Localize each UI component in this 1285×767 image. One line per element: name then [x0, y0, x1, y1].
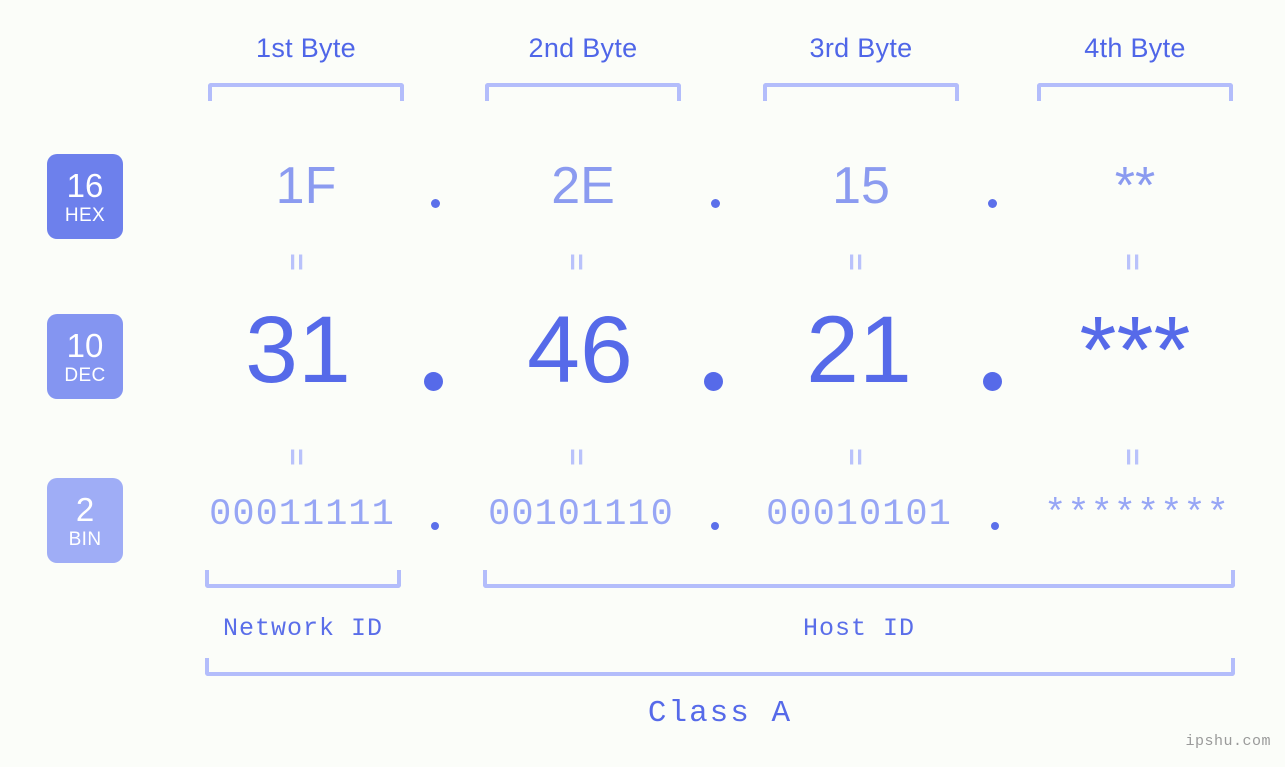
equals-marker-dec-bin-4: =	[1115, 448, 1149, 464]
equals-marker-hex-dec-3: =	[838, 253, 872, 269]
dec-byte-3: 21	[806, 297, 912, 403]
byte-header-2: 2nd Byte	[528, 33, 638, 63]
bin-byte-4: ********	[1044, 494, 1230, 536]
bin-byte-3: 00010101	[766, 494, 952, 536]
site-watermark: ipshu.com	[1185, 733, 1271, 750]
equals-marker-hex-dec-2: =	[559, 253, 593, 269]
dec-byte-4: ***	[1079, 297, 1191, 403]
hex-byte-3: 15	[832, 157, 890, 215]
dec-byte-1: 31	[245, 297, 351, 403]
equals-marker-dec-bin-3: =	[838, 448, 872, 464]
dec-separator-dot-3	[983, 372, 1002, 391]
bin-byte-2: 00101110	[488, 494, 674, 536]
equals-marker-dec-bin-2: =	[559, 448, 593, 464]
hex-byte-4: **	[1114, 157, 1156, 215]
byte-header-3: 3rd Byte	[809, 33, 913, 63]
bin-separator-dot-3	[991, 522, 999, 530]
network-id-label: Network ID	[222, 614, 384, 643]
dec-byte-2: 46	[527, 297, 633, 403]
bin-separator-dot-2	[711, 522, 719, 530]
host-id-label: Host ID	[802, 614, 916, 643]
class-bracket	[205, 658, 1235, 676]
byte-bracket-top-3	[763, 83, 959, 101]
host-id-bracket	[483, 570, 1235, 588]
base-badge-dec: 10 DEC	[47, 314, 123, 399]
byte-header-1: 1st Byte	[256, 33, 356, 63]
base-badge-hex: 16 HEX	[47, 154, 123, 239]
hex-byte-1: 1F	[275, 157, 337, 215]
equals-marker-dec-bin-1: =	[279, 448, 313, 464]
dec-separator-dot-1	[424, 372, 443, 391]
ip-address-breakdown-diagram: 1st Byte 2nd Byte 3rd Byte 4th Byte 16 H…	[0, 0, 1285, 767]
bin-byte-1: 00011111	[209, 494, 395, 536]
byte-bracket-top-2	[485, 83, 681, 101]
byte-bracket-top-1	[208, 83, 404, 101]
bin-separator-dot-1	[431, 522, 439, 530]
hex-separator-dot-1	[431, 199, 440, 208]
base-badge-hex-name: HEX	[64, 204, 106, 226]
byte-header-4: 4th Byte	[1084, 33, 1186, 63]
base-badge-hex-number: 16	[66, 166, 104, 204]
byte-bracket-top-4	[1037, 83, 1233, 101]
equals-marker-hex-dec-1: =	[279, 253, 313, 269]
base-badge-dec-number: 10	[66, 326, 104, 364]
hex-byte-2: 2E	[551, 157, 615, 215]
base-badge-bin: 2 BIN	[47, 478, 123, 563]
base-badge-bin-name: BIN	[68, 528, 102, 550]
base-badge-dec-name: DEC	[64, 364, 106, 386]
network-id-bracket	[205, 570, 401, 588]
dec-separator-dot-2	[704, 372, 723, 391]
equals-marker-hex-dec-4: =	[1115, 253, 1149, 269]
hex-separator-dot-3	[988, 199, 997, 208]
base-badge-bin-number: 2	[75, 490, 95, 528]
class-label: Class A	[647, 696, 793, 731]
hex-separator-dot-2	[711, 199, 720, 208]
